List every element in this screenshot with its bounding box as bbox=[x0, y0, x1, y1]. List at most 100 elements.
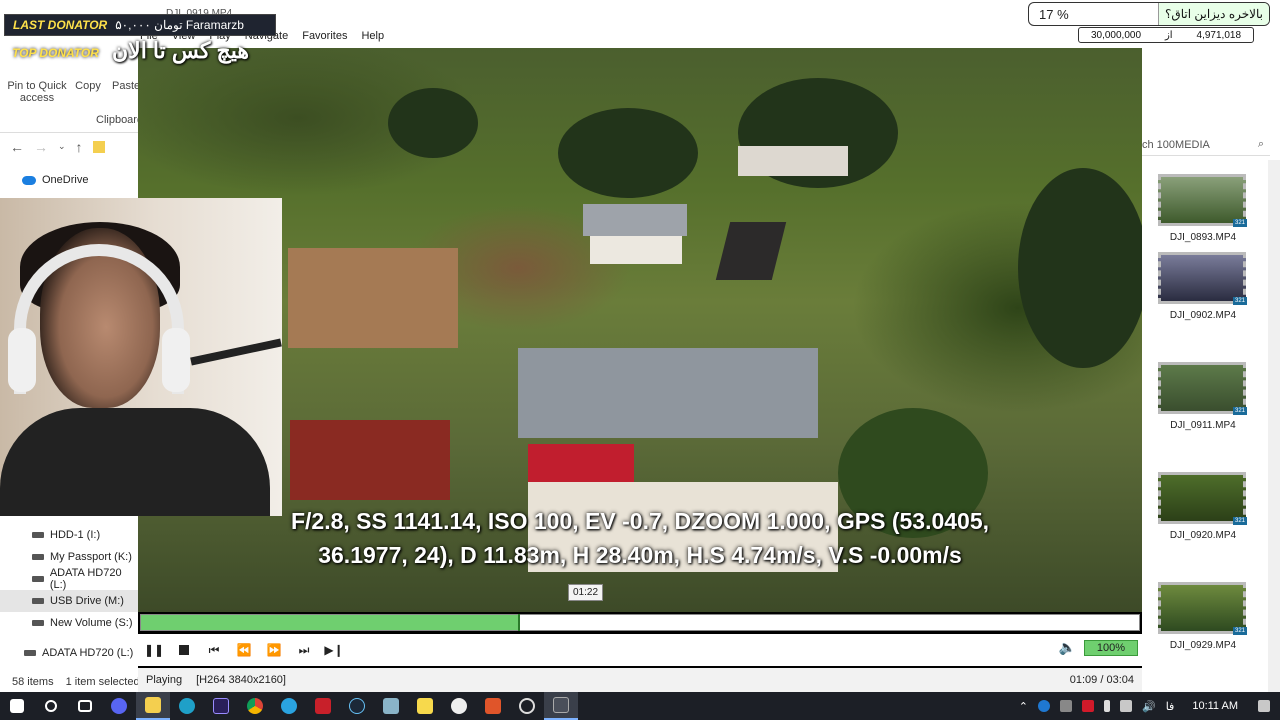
headset-earcup-right bbox=[162, 328, 190, 392]
video-frame[interactable]: F/2.8, SS 1141.14, ISO 100, EV -0.7, DZO… bbox=[138, 48, 1142, 612]
taskbar-app-steam[interactable] bbox=[340, 692, 374, 720]
sidebar-item-drive[interactable]: New Volume (S:) bbox=[0, 612, 140, 634]
media-player: F/2.8, SS 1141.14, ISO 100, EV -0.7, DZO… bbox=[138, 48, 1142, 692]
time-readout: 01:09 / 03:04 bbox=[1069, 674, 1134, 686]
file-list-pane: ch 100MEDIA ⌕ DJI_0893.MP4 DJI_0902.MP4 … bbox=[1142, 48, 1280, 716]
item-count: 58 items bbox=[12, 676, 54, 688]
taskbar-app-vegas[interactable] bbox=[170, 692, 204, 720]
tree-cluster bbox=[1018, 168, 1142, 368]
back-arrow-icon[interactable]: ← bbox=[10, 139, 24, 155]
chevron-up-icon[interactable]: ⌃ bbox=[1019, 700, 1028, 713]
frame-step-button[interactable]: ▶❙ bbox=[324, 642, 344, 658]
clock[interactable]: 10:11 AM bbox=[1192, 700, 1238, 712]
menu-favorites[interactable]: Favorites bbox=[302, 30, 347, 48]
drive-label: ADATA HD720 (L:) bbox=[42, 647, 134, 659]
drive-icon bbox=[32, 554, 44, 560]
file-thumbnail[interactable]: DJI_0902.MP4 bbox=[1158, 252, 1248, 321]
search-icon: ⌕ bbox=[1257, 138, 1264, 150]
microphone-icon[interactable] bbox=[1104, 700, 1110, 712]
skip-back-icon: ⏮ bbox=[208, 642, 220, 657]
tray-app-icon[interactable] bbox=[1060, 700, 1072, 712]
navigation-bar: ← → ⌄ ↑ bbox=[0, 132, 140, 160]
seek-bar-handle[interactable] bbox=[518, 614, 521, 631]
previous-button[interactable]: ⏮ bbox=[206, 642, 222, 658]
goal-current: 4,971,018 bbox=[1196, 29, 1242, 41]
up-arrow-icon[interactable]: ↑ bbox=[76, 139, 83, 155]
file-name: DJI_0929.MP4 bbox=[1169, 640, 1237, 651]
rewind-icon: ⏪ bbox=[236, 643, 252, 657]
network-icon[interactable] bbox=[1120, 700, 1132, 712]
next-button[interactable]: ⏭ bbox=[296, 642, 312, 658]
sidebar-item-onedrive[interactable]: OneDrive bbox=[22, 174, 88, 186]
taskbar-app-generic[interactable] bbox=[510, 692, 544, 720]
seek-bar[interactable] bbox=[140, 614, 1140, 631]
seek-bar-progress bbox=[141, 615, 519, 630]
taskbar-app-telegram[interactable] bbox=[272, 692, 306, 720]
folder-icon bbox=[145, 697, 161, 713]
taskbar-app-generic[interactable] bbox=[306, 692, 340, 720]
sidebar-item-drive[interactable]: ADATA HD720 (L:) bbox=[0, 567, 140, 591]
file-thumbnail[interactable]: DJI_0911.MP4 bbox=[1158, 362, 1248, 431]
copy-label: Copy bbox=[75, 80, 101, 92]
premiere-icon bbox=[213, 698, 229, 714]
drive-label: USB Drive (M:) bbox=[50, 595, 124, 607]
red-awning bbox=[528, 444, 634, 482]
explorer-status-bar: 58 items 1 item selected bbox=[0, 672, 140, 692]
search-button[interactable] bbox=[34, 692, 68, 720]
taskbar-app-generic[interactable] bbox=[476, 692, 510, 720]
sidebar-item-drive[interactable]: ADATA HD720 (L:) bbox=[0, 642, 140, 664]
notification-icon[interactable] bbox=[1258, 700, 1270, 712]
copy-button[interactable]: Copy bbox=[72, 58, 104, 92]
rewind-button[interactable]: ⏪ bbox=[236, 642, 252, 658]
taskbar-app-file-explorer[interactable] bbox=[136, 692, 170, 720]
taskbar-app-obs[interactable] bbox=[442, 692, 476, 720]
pin-label: Pin to Quick access bbox=[7, 80, 67, 104]
drive-icon bbox=[32, 620, 44, 626]
stop-button[interactable] bbox=[176, 642, 192, 658]
task-view-icon bbox=[78, 700, 92, 712]
taskbar-app-premiere[interactable] bbox=[204, 692, 238, 720]
search-icon bbox=[45, 700, 57, 712]
sidebar-item-drive[interactable]: HDD-1 (I:) bbox=[0, 524, 140, 546]
drive-label: ADATA HD720 (L:) bbox=[49, 567, 122, 591]
fast-forward-button[interactable]: ⏩ bbox=[266, 642, 282, 658]
volume-icon[interactable]: 🔊 bbox=[1142, 700, 1156, 713]
input-language[interactable]: فا bbox=[1166, 700, 1175, 713]
file-thumbnail[interactable]: DJI_0929.MP4 bbox=[1158, 582, 1248, 651]
taskbar-app-discord[interactable] bbox=[102, 692, 136, 720]
drive-label: My Passport (K:) bbox=[50, 551, 132, 563]
chevron-down-icon[interactable]: ⌄ bbox=[58, 141, 66, 152]
sidebar-item-drive[interactable]: My Passport (K:) bbox=[0, 546, 140, 568]
pin-quick-access-button[interactable]: Pin to Quick access bbox=[6, 58, 68, 104]
frame-step-icon: ▶❙ bbox=[324, 643, 344, 657]
a-frame-roof bbox=[715, 222, 787, 280]
vertical-scrollbar[interactable] bbox=[1268, 160, 1280, 716]
obs-icon bbox=[451, 698, 467, 714]
search-input[interactable]: ch 100MEDIA ⌕ bbox=[1142, 134, 1270, 156]
task-view-button[interactable] bbox=[68, 692, 102, 720]
menu-help[interactable]: Help bbox=[361, 30, 384, 48]
pause-button[interactable]: ❚❚ bbox=[144, 642, 164, 658]
taskbar-app-chrome[interactable] bbox=[238, 692, 272, 720]
file-thumbnail[interactable]: DJI_0893.MP4 bbox=[1158, 174, 1248, 243]
start-button[interactable] bbox=[0, 692, 34, 720]
taskbar-app-media-player[interactable] bbox=[544, 692, 578, 720]
codec-info: [H264 3840x2160] bbox=[196, 674, 286, 686]
sidebar-item-drive-selected[interactable]: USB Drive (M:) bbox=[0, 590, 140, 612]
telegram-icon bbox=[281, 698, 297, 714]
clipboard-group-label: Clipboard bbox=[96, 114, 140, 126]
tray-app-icon[interactable] bbox=[1082, 700, 1094, 712]
tray-app-icon[interactable] bbox=[1038, 700, 1050, 712]
taskbar-app-sticky-notes[interactable] bbox=[408, 692, 442, 720]
taskbar-app-generic[interactable] bbox=[374, 692, 408, 720]
drive-icon bbox=[24, 650, 36, 656]
forward-arrow-icon[interactable]: → bbox=[34, 139, 48, 155]
app-icon bbox=[383, 698, 399, 714]
tree-cluster bbox=[388, 88, 478, 158]
video-thumbnail-image bbox=[1158, 362, 1247, 415]
volume-slider[interactable]: 100% bbox=[1084, 639, 1138, 656]
speaker-icon[interactable]: 🔈 bbox=[1059, 639, 1076, 656]
file-thumbnail[interactable]: DJI_0920.MP4 bbox=[1158, 472, 1248, 541]
paste-label: Paste bbox=[112, 80, 138, 92]
rust-roof bbox=[290, 420, 450, 500]
